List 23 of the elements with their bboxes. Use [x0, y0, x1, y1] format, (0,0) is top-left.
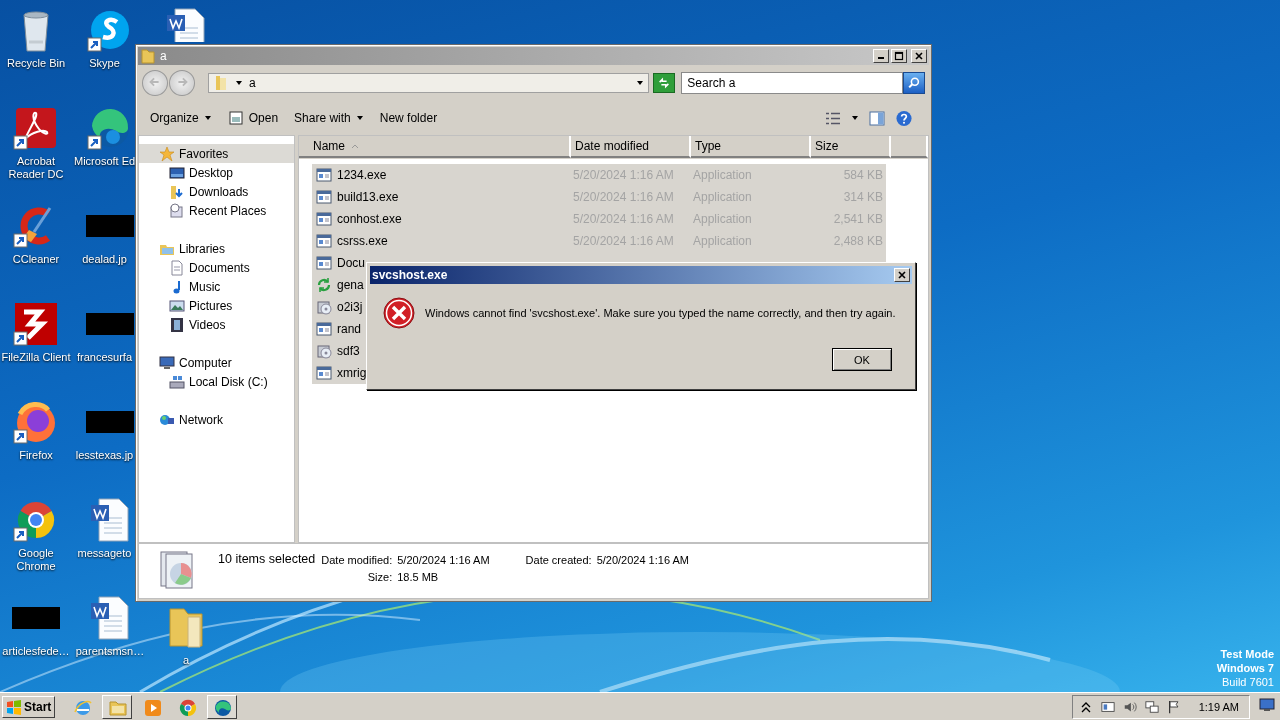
property-label: Date modified:: [321, 554, 393, 566]
property-value: 5/20/2024 1:16 AM: [596, 554, 689, 566]
property-value: 18.5 MB: [397, 571, 440, 583]
window-title: a: [160, 49, 167, 63]
file-name: sdf3: [337, 344, 360, 358]
property-label: Size:: [366, 571, 393, 583]
property-label: Date created:: [525, 554, 592, 566]
file-name: o2i3j: [337, 300, 363, 314]
property-value: 5/20/2024 1:16 AM: [397, 554, 490, 566]
file-name: conhost.exe: [337, 212, 402, 226]
file-name: Docu: [337, 256, 365, 270]
file-name: 1234.exe: [337, 168, 387, 182]
file-name: rand: [337, 322, 362, 336]
dialog-title: svcshost.exe: [372, 268, 448, 282]
file-name: build13.exe: [337, 190, 399, 204]
selection-summary: 10 items selected: [218, 552, 316, 566]
file-name: csrss.exe: [337, 234, 388, 248]
file-name: xmrig: [337, 366, 367, 380]
test-mode-notice: Build 7601: [1222, 675, 1274, 689]
test-mode-notice: Windows 7: [1216, 661, 1274, 675]
error-message: Windows cannot find 'svcshost.exe'. Make sure you typed the name correctly, and then try again.: [425, 307, 896, 319]
test-mode-notice: Test Mode: [1220, 647, 1274, 661]
file-name: gena: [337, 278, 364, 292]
